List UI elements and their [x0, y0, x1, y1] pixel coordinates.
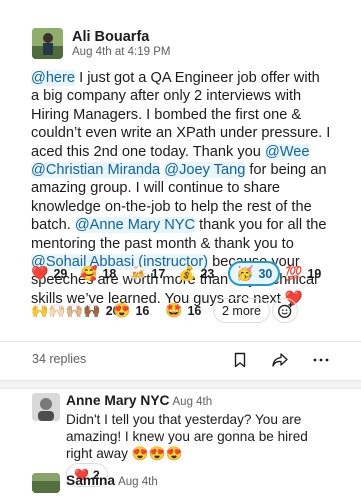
thread-bar: 34 replies	[32, 351, 332, 371]
money-bag-icon: 💰	[178, 265, 196, 281]
user-mention[interactable]: @Joey Tang	[164, 162, 246, 179]
reaction-smiling-face-with-hearts[interactable]: 🥰 18	[80, 261, 116, 286]
share-icon[interactable]	[271, 351, 289, 369]
reply-message: Anne Mary NYC Aug 4th Didn't I tell you t…	[32, 393, 332, 487]
reaction-raising-hands[interactable]: 🙌🙌🏻🙌🏼🙌🏾 26	[31, 298, 120, 323]
raising-hands-icon: 🙌🙌🏻🙌🏼🙌🏾	[31, 302, 101, 318]
reaction-hundred-points[interactable]: 💯 19	[285, 261, 321, 286]
heart-eyes-icon: 😍	[113, 302, 131, 318]
reaction-count: 19	[307, 266, 322, 281]
author-avatar[interactable]	[32, 28, 63, 59]
more-reactions-button[interactable]: 2 more	[213, 298, 270, 323]
reply-author-avatar[interactable]	[32, 473, 60, 493]
reaction-partying-face[interactable]: 🥳 30	[228, 261, 281, 286]
hundred-points-icon: 💯	[285, 265, 303, 281]
message-header: Ali Bouarfa Aug 4th at 4:19 PM	[32, 28, 342, 60]
more-reactions-label: 2 more	[222, 303, 261, 318]
reaction-red-heart[interactable]: ❤️ 29	[31, 261, 67, 286]
reaction-count: 16	[187, 303, 202, 318]
divider	[0, 341, 361, 342]
add-emoji-icon	[277, 302, 293, 318]
user-mention[interactable]: @Wee	[264, 143, 310, 160]
partying-face-icon: 🥳	[236, 265, 254, 281]
reaction-heart-eyes[interactable]: 😍 16	[113, 298, 149, 323]
reply-author-label: Anne Mary NYC	[66, 393, 170, 408]
reply-author-name[interactable]: Samina Aug 4th	[66, 473, 158, 488]
clinking-beer-mugs-icon: 🍻	[129, 265, 147, 281]
reaction-count: 29	[53, 266, 68, 281]
author-name[interactable]: Ali Bouarfa	[72, 29, 149, 45]
section-divider	[0, 380, 361, 389]
smiling-face-with-hearts-icon: 🥰	[80, 265, 98, 281]
reaction-clinking-beer-mugs[interactable]: 🍻 17	[129, 261, 165, 286]
red-heart-icon: ❤️	[31, 265, 49, 281]
user-mention[interactable]: @here	[31, 70, 76, 86]
reaction-count: 17	[151, 266, 166, 281]
reaction-count: 16	[135, 303, 150, 318]
user-mention[interactable]: @Christian Miranda	[31, 162, 161, 179]
message-timestamp[interactable]: Aug 4th at 4:19 PM	[72, 46, 170, 58]
reactions-row: ❤️ 29 🥰 18 🍻 17 💰 23 🥳 30 💯 19	[31, 261, 336, 287]
reply-message: Samina Aug 4th	[32, 473, 332, 501]
reply-author-label: Samina	[66, 473, 116, 488]
reaction-count: 18	[102, 266, 117, 281]
more-actions-icon[interactable]	[312, 351, 330, 369]
reaction-star-struck[interactable]: 🤩 16	[165, 298, 201, 323]
add-reaction-button[interactable]	[272, 298, 298, 323]
reactions-row: 2 more 🙌🙌🏻🙌🏼🙌🏾 26 😍 16 🤩 16	[31, 298, 336, 324]
user-mention[interactable]: @Anne Mary NYC	[74, 217, 196, 234]
reply-text: Didn't I tell you that yesterday? You ar…	[66, 412, 308, 461]
reaction-count: 30	[258, 266, 273, 281]
reaction-count: 23	[200, 266, 215, 281]
replies-count[interactable]: 34 replies	[32, 352, 86, 366]
star-struck-icon: 🤩	[165, 302, 183, 318]
reply-author-name[interactable]: Anne Mary NYC Aug 4th	[66, 393, 212, 408]
reaction-money-bag[interactable]: 💰 23	[178, 261, 214, 286]
reply-timestamp[interactable]: Aug 4th	[118, 476, 158, 488]
bookmark-icon[interactable]	[231, 351, 249, 369]
reply-timestamp[interactable]: Aug 4th	[173, 396, 213, 408]
reply-author-avatar[interactable]	[32, 393, 60, 421]
